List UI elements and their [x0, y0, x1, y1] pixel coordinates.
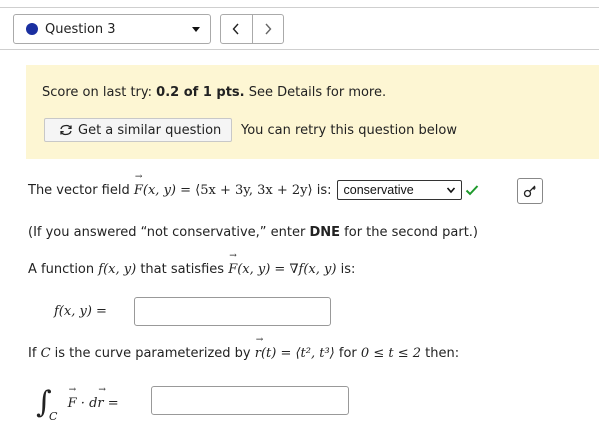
curve-C: C — [40, 346, 51, 361]
chevron-right-icon — [265, 23, 272, 35]
dne-note: (If you answered “not conservative,” ent… — [28, 225, 478, 240]
question-selector-label: Question 3 — [45, 21, 116, 37]
curve-prompt: If C is the curve parameterized by r(t) … — [28, 335, 460, 361]
score-panel: Score on last try: 0.2 of 1 pts. See Det… — [26, 65, 599, 159]
previous-question-button[interactable] — [221, 15, 252, 43]
next-question-button[interactable] — [251, 15, 283, 43]
similar-question-button[interactable]: Get a similar question — [44, 118, 232, 142]
curve-for: for — [338, 346, 357, 361]
conservative-select-value: conservative — [343, 183, 414, 197]
note-text: (If you answered “not conservative,” ent… — [28, 225, 306, 240]
score-suffix: See Details for more. — [244, 85, 387, 100]
retry-text: You can retry this question below — [241, 123, 457, 138]
line-integral-label: ∫C F · dr = — [36, 385, 119, 423]
curve-intro: If — [28, 346, 37, 361]
gradient-equation: F(x, y) = ∇f(x, y) — [228, 251, 336, 277]
potential-function-prompt: A function f(x, y) that satisfies F(x, y… — [28, 251, 356, 277]
curve-mid: is the curve parameterized by — [54, 346, 251, 361]
top-divider — [0, 7, 599, 8]
score-line: Score on last try: 0.2 of 1 pts. See Det… — [42, 85, 386, 100]
note-tail: for the second part.) — [344, 225, 479, 240]
refresh-icon — [60, 124, 72, 136]
integral-sign: ∫ C — [36, 385, 58, 423]
field-rhs: = ⟨5x + 3y, 3x + 2y⟩ — [180, 182, 313, 198]
answer-key-button[interactable] — [517, 178, 543, 204]
line-integral-input[interactable] — [151, 386, 349, 415]
caret-down-icon — [192, 27, 200, 32]
question-status-dot — [26, 23, 38, 35]
integral-body: F · dr = — [68, 385, 119, 411]
question-selector[interactable]: Question 3 — [13, 14, 211, 44]
header-divider — [0, 49, 599, 50]
chevron-left-icon — [233, 23, 240, 35]
is-label: is: — [316, 182, 332, 198]
curve-parameterization: r(t) = ⟨t², t³⟩ — [255, 335, 335, 361]
similar-question-label: Get a similar question — [78, 122, 222, 138]
question-nav — [220, 14, 284, 44]
note-dne: DNE — [309, 225, 341, 240]
vector-field-prompt: The vector field F(x, y) = ⟨5x + 3y, 3x … — [28, 172, 479, 200]
conservative-select[interactable]: conservative — [336, 180, 462, 200]
vector-field-formula: F(x, y) = ⟨5x + 3y, 3x + 2y⟩ — [134, 172, 313, 198]
function-fxy: f(x, y) — [98, 262, 137, 277]
vector-field-intro: The vector field — [28, 182, 130, 198]
f-label: f(x, y) = — [54, 304, 107, 319]
correct-check-icon — [465, 185, 478, 196]
curve-range: 0 ≤ t ≤ 2 — [360, 346, 422, 361]
curve-tail: then: — [425, 346, 460, 361]
key-icon — [523, 185, 536, 198]
function-mid: that satisfies — [140, 262, 225, 277]
function-intro: A function — [28, 262, 95, 277]
chevron-down-icon — [446, 187, 455, 194]
score-value: 0.2 of 1 pts. — [156, 85, 245, 100]
score-prefix: Score on last try: — [42, 85, 157, 100]
potential-function-input[interactable] — [134, 297, 331, 326]
integral-subscript: C — [49, 410, 58, 423]
field-lhs-args: (x, y) — [142, 182, 176, 198]
function-tail: is: — [340, 262, 356, 277]
